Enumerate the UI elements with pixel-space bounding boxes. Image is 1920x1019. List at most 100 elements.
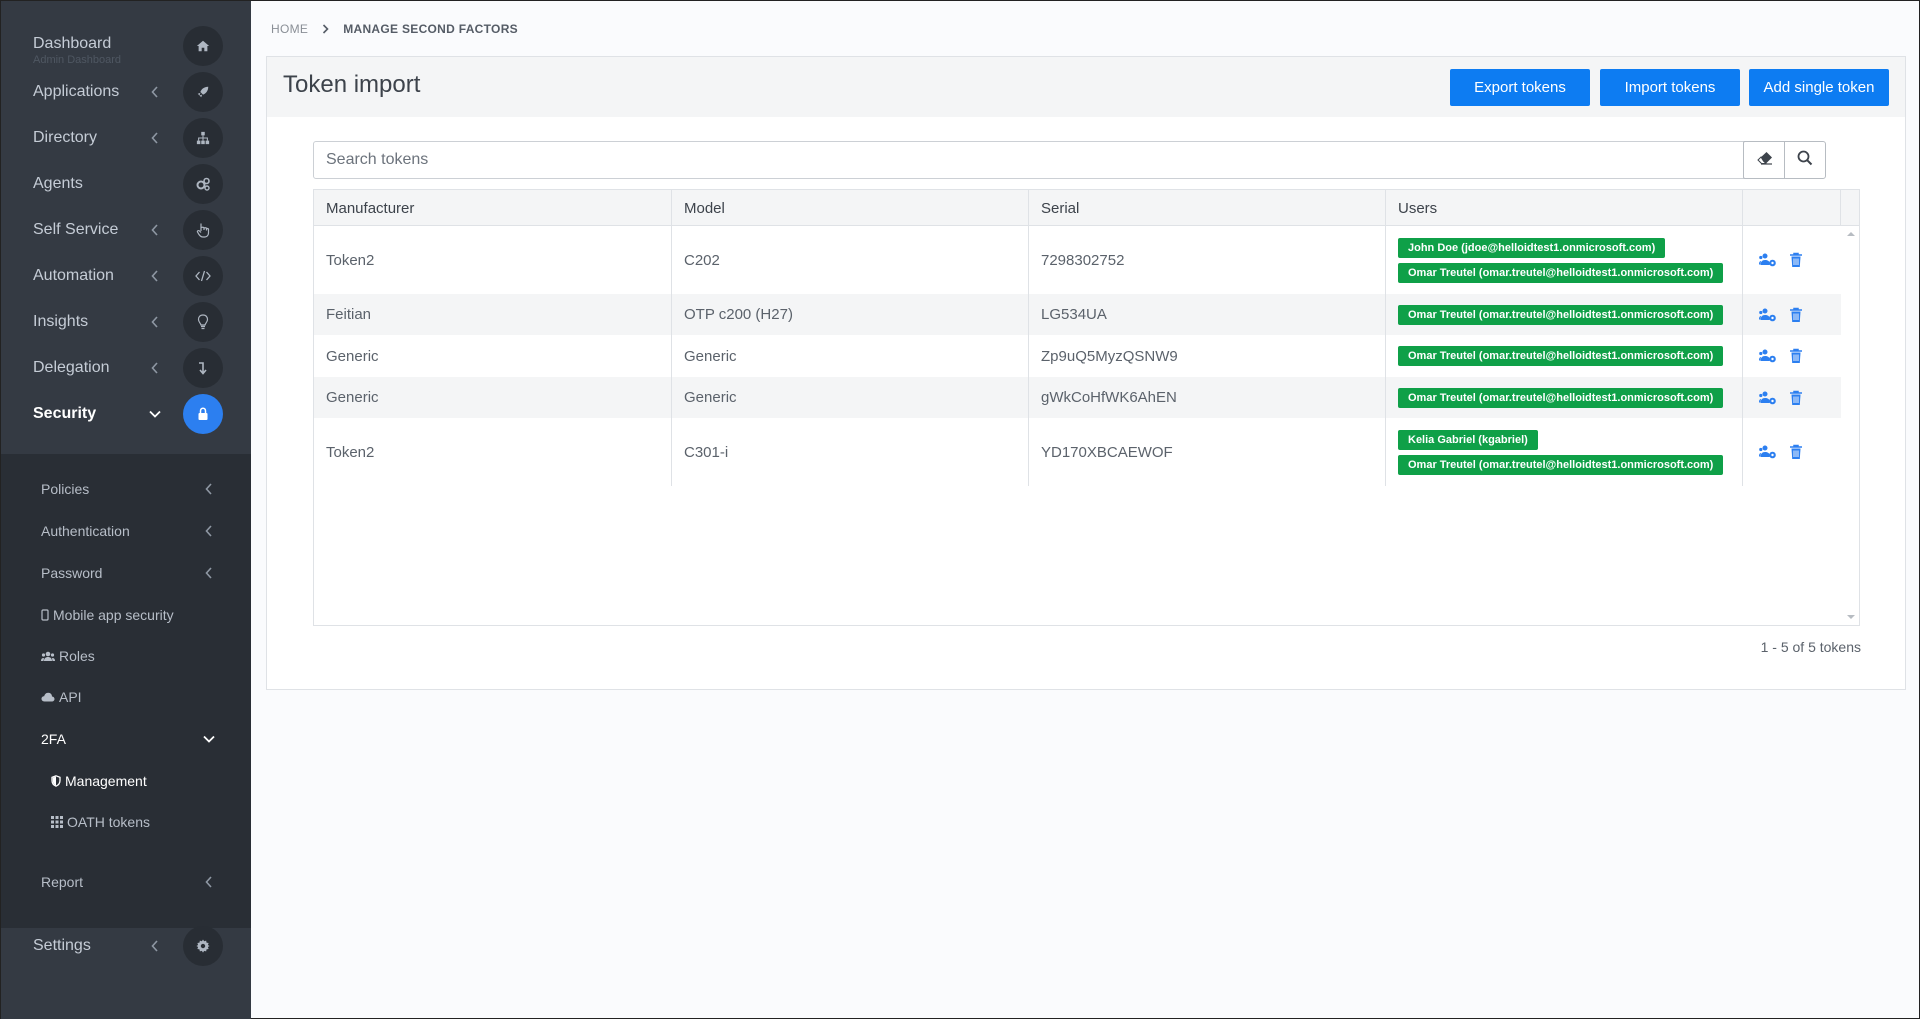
sidebar-item-insights[interactable]: Insights <box>1 299 251 345</box>
cell-manufacturer: Generic <box>314 335 672 377</box>
search-bar <box>313 141 1826 179</box>
subnav-item-2fa[interactable]: 2FA <box>41 728 221 750</box>
subnav-item-authentication[interactable]: Authentication <box>41 520 221 542</box>
table-row: Feitian OTP c200 (H27) LG534UA Omar Treu… <box>314 294 1841 335</box>
search-button[interactable] <box>1784 141 1826 179</box>
table-header: Manufacturer Model Serial Users <box>314 190 1859 226</box>
subnav-item-management[interactable]: Management <box>51 770 221 792</box>
sidebar: Dashboard Admin Dashboard Applications D… <box>1 1 251 1019</box>
clear-search-button[interactable] <box>1743 141 1785 179</box>
chevron-left-icon <box>203 567 215 579</box>
sidebar-item-label: Security <box>33 405 97 422</box>
level-down-icon <box>183 348 223 388</box>
assign-user-icon[interactable] <box>1759 347 1777 365</box>
user-badge: Kelia Gabriel (kgabriel) <box>1398 429 1538 450</box>
subnav-item-policies[interactable]: Policies <box>41 478 221 500</box>
sidebar-item-directory[interactable]: Directory <box>1 115 251 161</box>
chevron-left-icon <box>149 224 161 236</box>
sidebar-item-settings[interactable]: Settings <box>1 923 251 969</box>
user-badge: Omar Treutel (omar.treutel@helloidtest1.… <box>1398 304 1724 325</box>
chevron-left-icon <box>203 483 215 495</box>
cell-manufacturer: Token2 <box>314 418 672 486</box>
scroll-up-icon[interactable] <box>1847 230 1855 238</box>
sidebar-item-applications[interactable]: Applications <box>1 69 251 115</box>
column-header-manufacturer[interactable]: Manufacturer <box>314 190 672 226</box>
assign-user-icon[interactable] <box>1759 251 1777 269</box>
page-title: Token import <box>283 71 421 98</box>
cell-serial: 7298302752 <box>1029 226 1386 294</box>
tokens-table: Manufacturer Model Serial Users Token2 C… <box>313 189 1860 626</box>
search-input[interactable] <box>314 142 1744 178</box>
cell-model: OTP c200 (H27) <box>672 294 1029 335</box>
sidebar-item-label: Delegation <box>33 359 110 376</box>
trash-icon[interactable] <box>1787 389 1805 407</box>
sidebar-item-delegation[interactable]: Delegation <box>1 345 251 391</box>
home-icon <box>183 26 223 66</box>
rocket-icon <box>183 72 223 112</box>
export-tokens-button[interactable]: Export tokens <box>1450 69 1590 106</box>
scroll-down-icon[interactable] <box>1847 613 1855 621</box>
cell-model: Generic <box>672 335 1029 377</box>
sidebar-item-label: Agents <box>33 175 83 192</box>
cell-actions <box>1743 377 1841 418</box>
table-row: Token2 C202 7298302752 John Doe (jdoe@he… <box>314 226 1841 294</box>
subnav-item-password[interactable]: Password <box>41 562 221 584</box>
table-scrollbar[interactable] <box>1843 226 1859 625</box>
sidebar-item-dashboard[interactable]: Dashboard Admin Dashboard <box>1 23 251 69</box>
sidebar-item-security[interactable]: Security <box>1 391 251 437</box>
user-badge: Omar Treutel (omar.treutel@helloidtest1.… <box>1398 262 1724 283</box>
user-badge: John Doe (jdoe@helloidtest1.onmicrosoft.… <box>1398 237 1666 258</box>
token-import-card: Token import Export tokens Import tokens… <box>266 56 1906 690</box>
chevron-left-icon <box>149 132 161 144</box>
subnav-item-report[interactable]: Report <box>41 871 221 893</box>
cogs-icon <box>183 164 223 204</box>
import-tokens-button[interactable]: Import tokens <box>1600 69 1740 106</box>
sidebar-item-self-service[interactable]: Self Service <box>1 207 251 253</box>
subnav-item-label: 2FA <box>41 731 66 747</box>
chevron-left-icon <box>149 362 161 374</box>
subnav-item-roles[interactable]: Roles <box>41 645 221 667</box>
breadcrumb-home[interactable]: HOME <box>271 22 308 36</box>
column-header-actions <box>1743 190 1841 226</box>
subnav-item-label: Roles <box>59 648 95 664</box>
chevron-left-icon <box>149 316 161 328</box>
gear-icon <box>183 926 223 966</box>
trash-icon[interactable] <box>1787 251 1805 269</box>
table-row: Generic Generic Zp9uQ5MyzQSNW9 Omar Treu… <box>314 335 1841 377</box>
cell-model: C202 <box>672 226 1029 294</box>
subnav-item-oath-tokens[interactable]: OATH tokens <box>51 811 221 833</box>
cell-serial: YD170XBCAEWOF <box>1029 418 1386 486</box>
cell-serial: Zp9uQ5MyzQSNW9 <box>1029 335 1386 377</box>
column-header-serial[interactable]: Serial <box>1029 190 1386 226</box>
chevron-left-icon <box>203 525 215 537</box>
subnav-item-api[interactable]: API <box>41 686 221 708</box>
sidebar-item-automation[interactable]: Automation <box>1 253 251 299</box>
lock-icon <box>183 394 223 434</box>
column-header-users[interactable]: Users <box>1386 190 1743 226</box>
trash-icon[interactable] <box>1787 443 1805 461</box>
subnav-item-label: Policies <box>41 481 90 497</box>
cell-actions <box>1743 418 1841 486</box>
assign-user-icon[interactable] <box>1759 443 1777 461</box>
chevron-left-icon <box>149 940 161 952</box>
assign-user-icon[interactable] <box>1759 306 1777 324</box>
add-single-token-button[interactable]: Add single token <box>1749 69 1889 106</box>
cell-manufacturer: Token2 <box>314 226 672 294</box>
sidebar-item-label: Directory <box>33 129 98 146</box>
trash-icon[interactable] <box>1787 347 1805 365</box>
subnav-item-mobile-app-security[interactable]: Mobile app security <box>41 604 221 626</box>
pagination-info: 1 - 5 of 5 tokens <box>1760 639 1861 655</box>
assign-user-icon[interactable] <box>1759 389 1777 407</box>
table-row: Token2 C301-i YD170XBCAEWOF Kelia Gabrie… <box>314 418 1841 486</box>
cell-manufacturer: Feitian <box>314 294 672 335</box>
trash-icon[interactable] <box>1787 306 1805 324</box>
sidebar-item-label: Dashboard <box>33 35 112 52</box>
cell-model: Generic <box>672 377 1029 418</box>
cell-users: Kelia Gabriel (kgabriel) Omar Treutel (o… <box>1386 418 1743 486</box>
sidebar-item-agents[interactable]: Agents <box>1 161 251 207</box>
cell-model: C301-i <box>672 418 1029 486</box>
code-icon <box>183 256 223 296</box>
table-row: Generic Generic gWkCoHfWK6AhEN Omar Treu… <box>314 377 1841 418</box>
subnav-item-label: Report <box>41 874 84 890</box>
column-header-model[interactable]: Model <box>672 190 1029 226</box>
